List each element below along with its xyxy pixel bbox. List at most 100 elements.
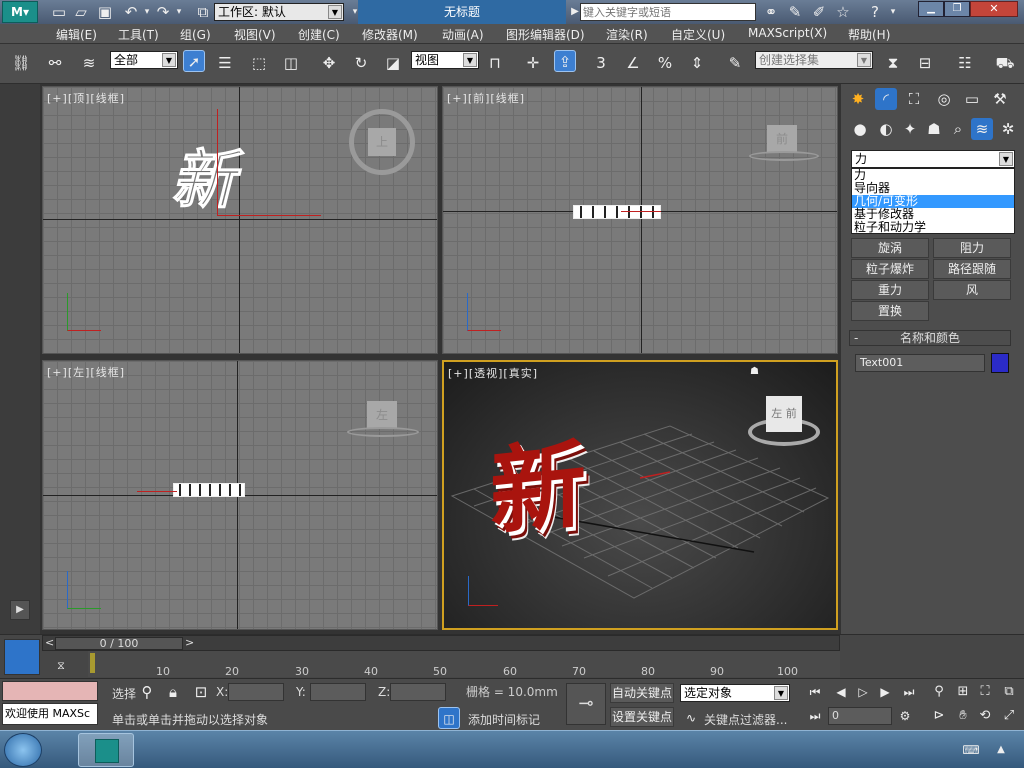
- favorites-star-icon[interactable]: ☆: [832, 1, 854, 23]
- maximize-viewport-icon[interactable]: ⤢: [998, 705, 1020, 727]
- redo-dropdown-icon[interactable]: ▾: [168, 1, 190, 23]
- viewcube-face[interactable]: 上: [368, 128, 396, 156]
- reference-coordinate-dropdown[interactable]: 视图 ▼: [411, 51, 479, 69]
- pan-icon[interactable]: ✋︎: [952, 705, 974, 727]
- percent-snap-icon[interactable]: %: [654, 52, 676, 74]
- utilities-tab-icon[interactable]: ⚒: [989, 88, 1011, 110]
- gravity-button[interactable]: 重力: [851, 280, 929, 300]
- path-follow-button[interactable]: 路径跟随: [933, 259, 1011, 279]
- modify-tab-icon[interactable]: ◜: [875, 88, 897, 110]
- new-file-icon[interactable]: ▭: [48, 1, 70, 23]
- viewcube-face-front[interactable]: 前: [786, 407, 797, 420]
- wind-button[interactable]: 风: [933, 280, 1011, 300]
- cameras-category-icon[interactable]: ☗: [923, 118, 945, 140]
- viewport-shading-menu[interactable]: [线框]: [490, 92, 525, 105]
- render-setup-icon[interactable]: ⛟: [994, 52, 1016, 74]
- close-button[interactable]: ✕: [970, 1, 1018, 17]
- viewport-top[interactable]: [+][顶][线框] 新 上: [42, 86, 438, 354]
- open-file-icon[interactable]: ▱: [70, 1, 92, 23]
- viewport-label[interactable]: [+][左][线框]: [47, 364, 125, 380]
- viewport-left[interactable]: [+][左][线框] 左: [42, 360, 438, 630]
- select-by-name-icon[interactable]: ☰: [214, 52, 236, 74]
- viewport-menu[interactable]: [+]: [448, 367, 469, 380]
- viewport-menu[interactable]: [+]: [447, 92, 468, 105]
- time-slider-thumb[interactable]: 0 / 100: [55, 637, 183, 650]
- displace-button[interactable]: 置换: [851, 301, 929, 321]
- viewport-menu[interactable]: [+]: [47, 366, 68, 379]
- create-tab-icon[interactable]: ✸: [847, 88, 869, 110]
- viewcube-face[interactable]: 左: [367, 401, 397, 429]
- set-key-big-button[interactable]: ⊸: [566, 683, 606, 725]
- viewport-shading-menu[interactable]: [线框]: [90, 366, 125, 379]
- bind-spacewarp-icon[interactable]: ≋: [78, 52, 100, 74]
- menu-animation[interactable]: 动画(A): [442, 26, 484, 43]
- current-frame-input[interactable]: 0: [828, 707, 892, 725]
- go-to-end-icon[interactable]: ⏭: [898, 681, 920, 703]
- text-object-front[interactable]: [573, 205, 661, 219]
- name-color-rollout-header[interactable]: - 名称和颜色: [849, 330, 1011, 346]
- select-object-icon[interactable]: ➚: [183, 50, 205, 72]
- curve-icon[interactable]: ∿: [680, 707, 702, 729]
- select-and-move-icon[interactable]: ✥: [318, 52, 340, 74]
- selection-lock-icon[interactable]: 🔒︎: [162, 681, 184, 703]
- select-and-link-icon[interactable]: ⛓: [10, 52, 32, 74]
- select-and-rotate-icon[interactable]: ↻: [350, 52, 372, 74]
- systems-category-icon[interactable]: ✲: [997, 118, 1019, 140]
- zoom-icon[interactable]: ⚲: [928, 681, 950, 703]
- viewport-view-menu[interactable]: [顶]: [68, 92, 91, 105]
- vortex-button[interactable]: 旋涡: [851, 238, 929, 258]
- mirror-icon[interactable]: ⧗: [882, 52, 904, 74]
- maxscript-listener-mini[interactable]: [2, 681, 98, 701]
- menu-tools[interactable]: 工具(T): [118, 26, 159, 43]
- viewcube-face-left[interactable]: 左: [771, 407, 782, 420]
- lights-category-icon[interactable]: ✦: [899, 118, 921, 140]
- selected-text-object-outline[interactable]: 新: [171, 143, 267, 219]
- y-coordinate-input[interactable]: [310, 683, 366, 701]
- drag-button[interactable]: 阻力: [933, 238, 1011, 258]
- key-mode-dropdown[interactable]: 选定对象 ▼: [680, 684, 790, 702]
- zoom-extents-all-icon[interactable]: ⧉: [998, 681, 1020, 703]
- menu-help[interactable]: 帮助(H): [848, 26, 890, 43]
- viewport-layout-button[interactable]: [4, 639, 40, 675]
- viewport-view-menu[interactable]: [前]: [468, 92, 491, 105]
- add-time-tag-button[interactable]: 添加时间标记: [468, 711, 540, 728]
- key-filters-button[interactable]: 关键点过滤器...: [704, 711, 787, 728]
- key-mode-toggle-icon[interactable]: ⏭: [804, 705, 826, 727]
- viewcube[interactable]: 前: [749, 125, 819, 165]
- menu-rendering[interactable]: 渲染(R): [606, 26, 648, 43]
- viewport-view-menu[interactable]: [透视]: [469, 367, 504, 380]
- viewport-shading-menu[interactable]: [线框]: [90, 92, 125, 105]
- search-input[interactable]: [580, 3, 756, 21]
- menu-create[interactable]: 创建(C): [298, 26, 340, 43]
- x-coordinate-input[interactable]: [228, 683, 284, 701]
- text-object-3d[interactable]: 新: [490, 422, 600, 554]
- menu-group[interactable]: 组(G): [180, 26, 211, 43]
- edit-named-selection-icon[interactable]: ✎: [724, 52, 746, 74]
- maxscript-input[interactable]: 欢迎使用 MAXSc: [2, 703, 98, 725]
- keyboard-shortcut-override-icon[interactable]: ⇪: [554, 50, 576, 72]
- time-slider-next-button[interactable]: >: [185, 636, 194, 649]
- time-slider[interactable]: < 0 / 100 >: [42, 635, 840, 651]
- set-key-button[interactable]: 设置关键点: [610, 707, 674, 727]
- next-frame-icon[interactable]: ▶︎: [874, 681, 896, 703]
- auto-key-button[interactable]: 自动关键点: [610, 683, 674, 703]
- unlink-icon[interactable]: ⚯: [44, 52, 66, 74]
- menu-customize[interactable]: 自定义(U): [671, 26, 725, 43]
- project-folder-icon[interactable]: ⧉: [192, 1, 214, 23]
- align-icon[interactable]: ⊟: [914, 52, 936, 74]
- subscription-icon[interactable]: ✎: [784, 1, 806, 23]
- orbit-icon[interactable]: ⟲: [974, 705, 996, 727]
- window-crossing-icon[interactable]: ◫: [280, 52, 302, 74]
- menu-modifiers[interactable]: 修改器(M): [362, 26, 418, 43]
- mini-curve-editor-icon[interactable]: ⧖: [50, 655, 72, 677]
- minimize-button[interactable]: ▁: [918, 1, 944, 17]
- keyboard-icon[interactable]: ⌨: [960, 739, 982, 761]
- viewcube-face[interactable]: 左 前: [766, 396, 802, 432]
- select-manipulate-icon[interactable]: ✛: [522, 52, 544, 74]
- viewport-shading-menu[interactable]: [真实]: [503, 367, 538, 380]
- taskbar-3dsmax-app[interactable]: [78, 733, 134, 767]
- workspace-dropdown[interactable]: 工作区: 默认 ▼: [214, 3, 344, 21]
- previous-frame-icon[interactable]: ◀︎: [830, 681, 852, 703]
- hierarchy-tab-icon[interactable]: ⛶: [903, 88, 925, 110]
- spacewarps-category-icon[interactable]: ≋: [971, 118, 993, 140]
